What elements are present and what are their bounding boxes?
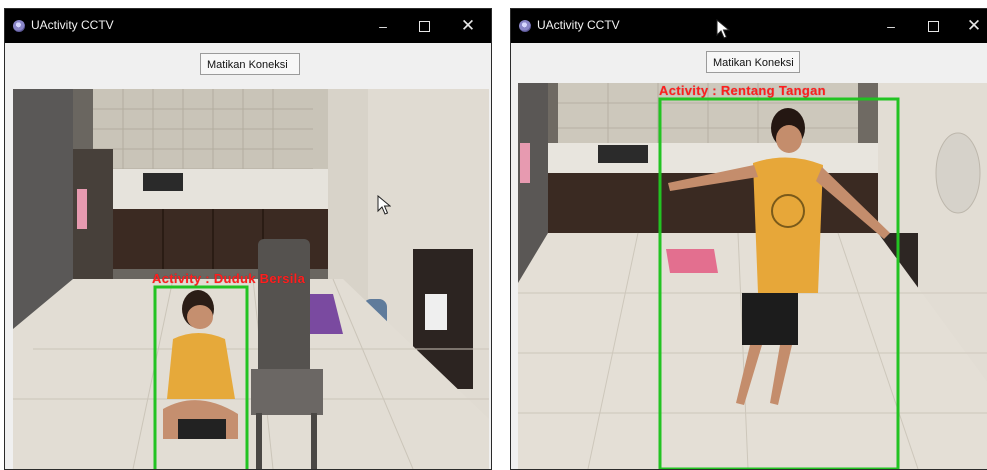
mouse-cursor-icon [716, 19, 730, 39]
window-title: UActivity CCTV [31, 18, 114, 32]
maximize-icon[interactable] [922, 15, 944, 37]
app-icon [13, 20, 25, 32]
activity-label: Activity : Duduk Bersila [152, 271, 306, 286]
cctv-video-feed: Activity : Rentang Tangan [518, 83, 987, 469]
title-bar[interactable]: UActivity CCTV – ✕ [5, 9, 491, 43]
close-icon[interactable]: ✕ [963, 15, 985, 37]
cctv-window-1: UActivity CCTV – ✕ Matikan Koneksi Activ… [4, 8, 492, 470]
disconnect-button[interactable]: Matikan Koneksi [200, 53, 300, 75]
minimize-icon[interactable]: – [372, 15, 394, 37]
window-client-area: Matikan Koneksi [5, 43, 491, 469]
mouse-cursor-icon [377, 195, 391, 215]
activity-label: Activity : Rentang Tangan [659, 83, 826, 98]
cctv-window-2: UActivity CCTV – ✕ Matikan Koneksi Activ… [510, 8, 987, 470]
camera-frame [518, 83, 987, 469]
app-icon [519, 20, 531, 32]
cctv-video-feed: Activity : Duduk Bersila [13, 89, 489, 469]
maximize-icon[interactable] [413, 15, 435, 37]
minimize-icon[interactable]: – [880, 15, 902, 37]
window-client-area: Matikan Koneksi [511, 43, 987, 469]
close-icon[interactable]: ✕ [457, 15, 479, 37]
title-bar[interactable]: UActivity CCTV – ✕ [511, 9, 987, 43]
window-title: UActivity CCTV [537, 18, 620, 32]
disconnect-button[interactable]: Matikan Koneksi [706, 51, 800, 73]
